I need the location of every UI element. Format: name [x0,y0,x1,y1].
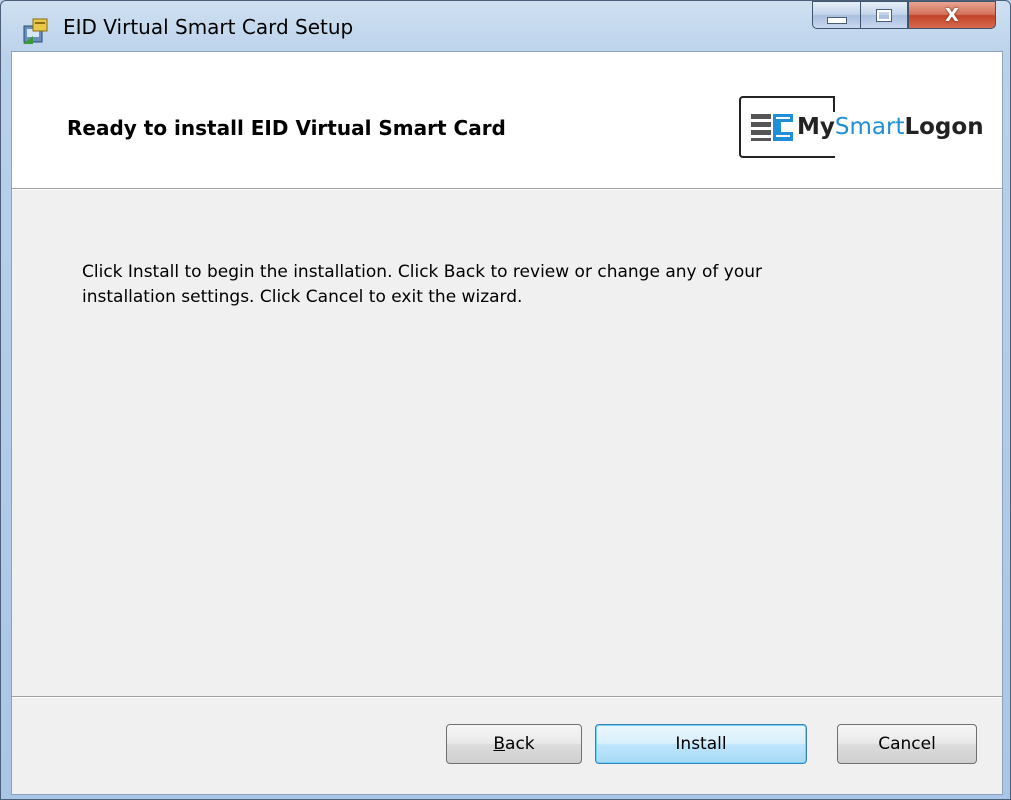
minimize-icon [826,16,847,24]
back-button[interactable]: Back [446,724,582,764]
title-bar[interactable]: EID Virtual Smart Card Setup X [1,1,1010,51]
logo-text-smart: Smart [834,114,905,140]
install-button[interactable]: Install [595,724,807,764]
close-icon: X [945,4,959,26]
wizard-banner: Ready to install EID Virtual Smart Card … [12,52,1002,188]
close-button[interactable]: X [908,1,996,29]
caption-buttons: X [812,1,996,31]
page-title: Ready to install EID Virtual Smart Card [67,116,506,140]
mysmartlogon-logo: MySmartLogon [739,96,999,160]
installer-window: EID Virtual Smart Card Setup X Ready to … [0,0,1011,800]
instructions-line-1: Click Install to begin the installation.… [82,262,762,282]
install-label: Install [675,734,727,754]
logo-frame-edge [833,96,835,112]
logo-text-my: My [797,114,835,140]
instructions-text: Click Install to begin the installation.… [82,260,902,310]
footer-divider [12,696,1002,698]
window-title: EID Virtual Smart Card Setup [63,15,354,39]
instructions-line-2: installation settings. Click Cancel to e… [82,287,523,307]
smart-card-chip-icon [751,114,793,141]
minimize-button[interactable] [812,1,860,29]
cancel-label: Cancel [878,734,936,754]
back-mnemonic: B [493,734,506,754]
banner-divider [12,188,1002,190]
logo-wordmark: MySmartLogon [797,114,984,140]
wizard-client-area: Ready to install EID Virtual Smart Card … [11,51,1003,795]
maximize-button[interactable] [860,1,908,29]
cancel-button[interactable]: Cancel [837,724,977,764]
back-label: ack [505,734,535,754]
setup-installer-icon [23,18,48,44]
logo-text-logon: Logon [904,114,984,140]
maximize-icon [876,8,892,22]
